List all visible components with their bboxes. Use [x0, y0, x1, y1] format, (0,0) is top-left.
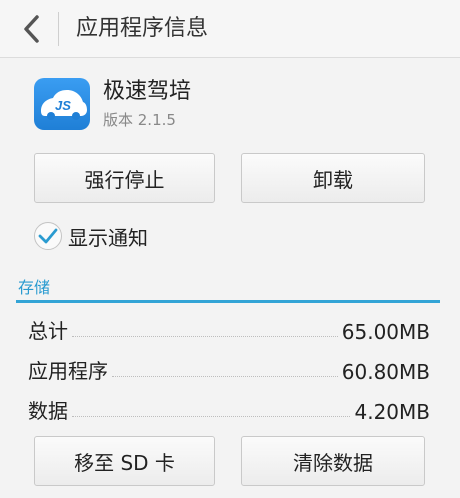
title-bar: 应用程序信息: [0, 0, 460, 58]
storage-value-total: 65.00MB: [341, 320, 430, 344]
storage-label-total: 总计: [28, 319, 68, 343]
storage-value-data: 4.20MB: [354, 400, 430, 424]
notification-label: 显示通知: [68, 225, 148, 250]
notification-checkbox[interactable]: [34, 222, 62, 250]
storage-section-title: 存储: [18, 278, 51, 297]
app-icon-text: JS: [55, 98, 71, 113]
uninstall-button[interactable]: 卸载: [241, 153, 425, 203]
force-stop-button[interactable]: 强行停止: [34, 153, 215, 203]
app-name: 极速驾培: [103, 79, 192, 104]
section-divider: [16, 300, 440, 303]
back-button[interactable]: [14, 10, 48, 48]
clear-data-button[interactable]: 清除数据: [241, 436, 425, 486]
storage-row-total: 总计 65.00MB: [28, 314, 430, 344]
app-icon: JS: [34, 78, 90, 130]
app-version: 版本 2.1.5: [103, 111, 176, 129]
storage-row-app: 应用程序 60.80MB: [28, 354, 430, 384]
storage-value-app: 60.80MB: [341, 360, 430, 384]
header-divider: [58, 12, 59, 46]
car-icon: JS: [41, 90, 87, 120]
chevron-left-icon: [24, 15, 39, 43]
leader-line: [72, 336, 338, 337]
page-title: 应用程序信息: [76, 16, 209, 41]
storage-label-app: 应用程序: [28, 359, 108, 383]
move-to-sd-button[interactable]: 移至 SD 卡: [34, 436, 215, 486]
leader-line: [112, 376, 338, 377]
storage-row-data: 数据 4.20MB: [28, 394, 430, 424]
show-notification-toggle[interactable]: 显示通知: [34, 220, 148, 252]
checkmark-icon: [38, 228, 58, 244]
storage-label-data: 数据: [28, 399, 68, 423]
leader-line: [72, 416, 351, 417]
